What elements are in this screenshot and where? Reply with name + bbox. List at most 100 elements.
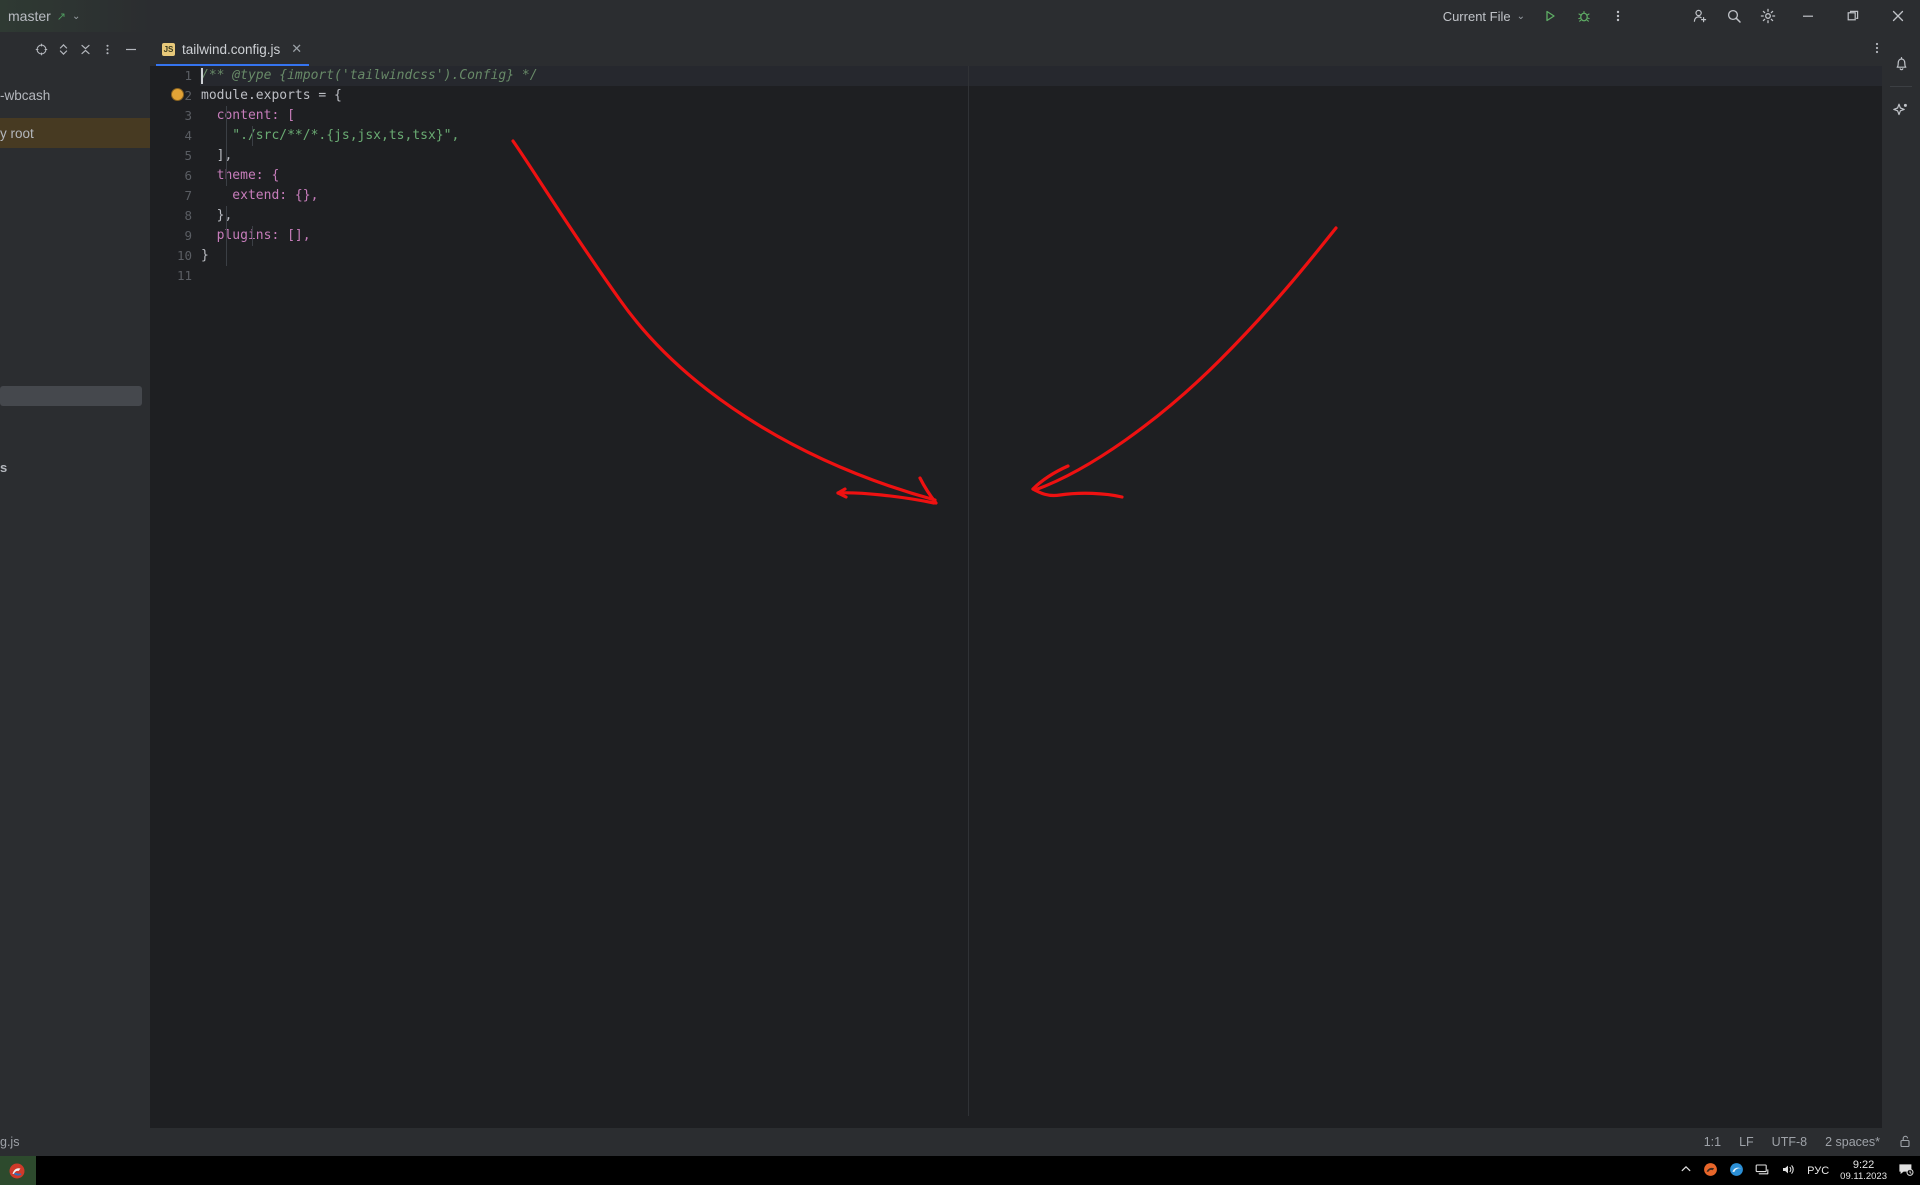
line-number: 1 xyxy=(184,68,192,83)
code-line-9-text: plugins: [], xyxy=(201,228,311,243)
more-actions-button[interactable] xyxy=(1601,0,1635,32)
language-indicator[interactable]: РУС xyxy=(1807,1165,1829,1177)
code-line-4-text: "./src/**/*.{js,jsx,ts,tsx}", xyxy=(201,128,460,143)
chevron-down-icon: ⌄ xyxy=(72,10,81,22)
notifications-button[interactable] xyxy=(1882,44,1920,82)
settings-button[interactable] xyxy=(1751,0,1785,32)
code-content[interactable]: /** @type {import('tailwindcss').Config}… xyxy=(200,66,1898,1116)
titlebar-right-controls: Current File ⌄ xyxy=(1435,0,1920,32)
debug-bug-icon xyxy=(1578,11,1590,22)
line-number: 3 xyxy=(184,108,192,123)
js-file-icon: JS xyxy=(162,42,175,56)
browser-icon[interactable] xyxy=(1729,1162,1744,1180)
read-only-toggle[interactable] xyxy=(1898,1134,1912,1151)
more-vertical-icon xyxy=(105,44,109,54)
pane-options-button[interactable] xyxy=(96,32,118,66)
crosshair-target-icon xyxy=(35,43,47,55)
intention-bulb-icon[interactable] xyxy=(172,89,183,100)
ai-assistant-button[interactable] xyxy=(1882,91,1920,129)
indent-guide xyxy=(226,106,227,186)
collapse-all-button[interactable] xyxy=(74,32,96,66)
vcs-branch-widget[interactable]: master ↗ ⌄ xyxy=(0,0,150,32)
minimize-window-button[interactable] xyxy=(1785,0,1830,32)
soft-wrap-guide xyxy=(968,66,969,1116)
action-center-icon[interactable] xyxy=(1898,1162,1914,1179)
title-bar: master ↗ ⌄ Current File ⌄ xyxy=(0,0,1920,32)
indent-guide xyxy=(252,126,253,146)
line-number: 10 xyxy=(176,248,192,263)
code-editor[interactable]: 1 2 3 4 5 6 7 8 9 10 11 /** @type {impor… xyxy=(150,66,1898,1116)
editor-tab-label: tailwind.config.js xyxy=(182,41,281,57)
code-line-10-text: } xyxy=(201,248,209,263)
sparkle-ai-icon xyxy=(1893,103,1907,116)
collapse-all-icon xyxy=(80,44,90,54)
debug-button[interactable] xyxy=(1567,0,1601,32)
more-vertical-icon xyxy=(1616,10,1620,22)
run-button[interactable] xyxy=(1533,0,1567,32)
right-tool-rail xyxy=(1882,32,1920,1132)
locate-file-button[interactable] xyxy=(30,32,52,66)
code-line-4: "./src/**/*.{js,jsx,ts,tsx}", xyxy=(200,126,1898,146)
account-button[interactable] xyxy=(1683,0,1717,32)
indent-guide xyxy=(226,246,227,266)
run-config-label: Current File xyxy=(1442,8,1511,24)
line-number: 4 xyxy=(184,128,192,143)
code-line-3-text: content: [ xyxy=(201,108,295,123)
breadcrumb[interactable]: g.js xyxy=(0,1135,19,1149)
clock-widget[interactable]: 9:22 09.11.2023 xyxy=(1840,1158,1887,1182)
editor-gutter[interactable]: 1 2 3 4 5 6 7 8 9 10 11 xyxy=(150,66,200,1116)
network-icon[interactable] xyxy=(1755,1163,1770,1179)
project-tool-window: -wbcash y root s xyxy=(0,32,150,1132)
minimize-panel-icon xyxy=(126,48,136,50)
project-item-s[interactable]: s xyxy=(0,460,7,475)
window-close-icon xyxy=(1892,10,1903,22)
windows-start-icon[interactable] xyxy=(0,1156,36,1185)
bell-icon xyxy=(1896,56,1906,70)
code-line-1-text: /** @type {import('tailwindcss').Config}… xyxy=(201,68,538,83)
code-line-7: extend: {}, xyxy=(200,186,1898,206)
search-icon xyxy=(1727,9,1741,23)
indent-widget[interactable]: 2 spaces* xyxy=(1825,1135,1880,1149)
unlocked-padlock-icon xyxy=(1900,1135,1910,1147)
volume-icon[interactable] xyxy=(1781,1163,1796,1179)
gear-icon xyxy=(1760,8,1776,24)
line-separator-widget[interactable]: LF xyxy=(1739,1135,1754,1149)
line-number: 7 xyxy=(184,188,192,203)
expand-collapse-button[interactable] xyxy=(52,32,74,66)
tray-chevron-up-icon[interactable] xyxy=(1680,1163,1692,1178)
close-window-button[interactable] xyxy=(1875,0,1920,32)
text-caret xyxy=(201,68,203,84)
editor-tab-tailwind-config[interactable]: JS tailwind.config.js ✕ xyxy=(150,32,312,66)
line-number: 8 xyxy=(184,208,192,223)
add-user-icon xyxy=(1693,9,1707,23)
project-pane-scroll-thumb[interactable] xyxy=(0,386,142,406)
project-pane-toolbar xyxy=(30,32,144,66)
code-line-1: /** @type {import('tailwindcss').Config}… xyxy=(200,66,1898,86)
caret-position-widget[interactable]: 1:1 xyxy=(1704,1135,1721,1149)
code-line-3: content: [ xyxy=(200,106,1898,126)
status-bar: g.js 1:1 LF UTF-8 2 spaces* xyxy=(0,1128,1920,1156)
project-item-label: y root xyxy=(0,125,34,141)
run-configuration-selector[interactable]: Current File ⌄ xyxy=(1435,0,1533,32)
close-icon[interactable]: ✕ xyxy=(291,41,302,57)
antivirus-shield-icon[interactable] xyxy=(1703,1162,1718,1180)
code-line-6: theme: { xyxy=(200,166,1898,186)
encoding-widget[interactable]: UTF-8 xyxy=(1772,1135,1807,1149)
search-everywhere-button[interactable] xyxy=(1717,0,1751,32)
chevron-down-icon: ⌄ xyxy=(1516,10,1525,22)
code-line-9: plugins: [], xyxy=(200,226,1898,246)
project-item-root[interactable]: y root xyxy=(0,118,150,148)
project-item-label: s xyxy=(0,460,8,475)
maximize-window-button[interactable] xyxy=(1830,0,1875,32)
clock-date: 09.11.2023 xyxy=(1840,1170,1887,1182)
run-play-icon xyxy=(1546,10,1555,22)
code-line-8: }, xyxy=(200,206,1898,226)
line-number: 5 xyxy=(184,148,192,163)
project-item-wbcash[interactable]: -wbcash xyxy=(0,80,150,110)
ide-window: master ↗ ⌄ Current File ⌄ -wbcash y root… xyxy=(0,0,1920,1185)
code-line-7-text: extend: {}, xyxy=(201,188,319,203)
hide-pane-button[interactable] xyxy=(118,32,144,66)
clock-time: 9:22 xyxy=(1852,1158,1875,1171)
window-minimize-icon xyxy=(1802,15,1813,17)
